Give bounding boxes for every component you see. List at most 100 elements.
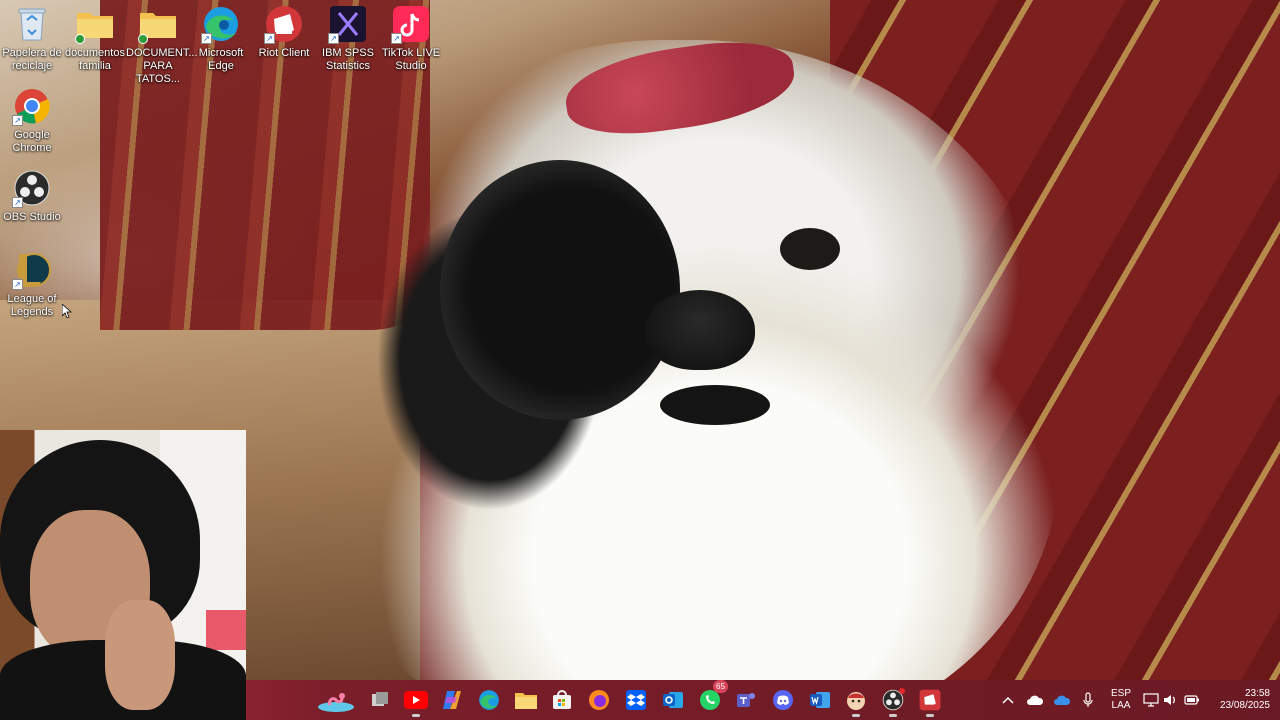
- spss-icon: ↗: [328, 4, 368, 44]
- clock-date: 23/08/2025: [1219, 700, 1270, 711]
- youtube-icon: [404, 691, 428, 709]
- taskbar-outlook[interactable]: [659, 686, 687, 714]
- tray-onedrive-personal[interactable]: [1027, 692, 1043, 708]
- copilot-icon: [443, 691, 461, 709]
- tray-language[interactable]: ESP LAA: [1108, 688, 1134, 712]
- tray-microphone[interactable]: [1080, 692, 1096, 708]
- webcam-person-hand: [105, 600, 175, 710]
- taskbar-discord[interactable]: [769, 686, 797, 714]
- desktop-icon-obs-studio[interactable]: ↗ OBS Studio: [0, 168, 64, 224]
- desktop-icon-label: documentos familia: [65, 47, 125, 72]
- shortcut-arrow-icon: ↗: [391, 33, 402, 44]
- volume-icon: [1164, 695, 1175, 705]
- mouse-cursor-icon: [62, 304, 72, 318]
- taskbar-riot-client[interactable]: [916, 686, 944, 717]
- desktop-icon-label: OBS Studio: [3, 211, 61, 223]
- taskbar-dropbox[interactable]: [622, 686, 650, 714]
- edge-icon: [479, 690, 499, 710]
- firefox-icon: [589, 690, 609, 710]
- chevron-up-icon: [1002, 696, 1014, 704]
- shortcut-arrow-icon: ↗: [264, 33, 275, 44]
- taskbar-store[interactable]: [548, 686, 576, 714]
- desktop-icon-label: DOCUMENT... PARA TATOS...: [126, 47, 198, 85]
- taskbar-file-explorer[interactable]: [512, 686, 540, 714]
- network-icon: [1143, 693, 1159, 707]
- file-explorer-icon: [515, 693, 537, 709]
- desktop-icon-label: TikTok LIVE Studio: [381, 47, 441, 72]
- taskbar-teams[interactable]: [732, 686, 760, 714]
- folder-icon: [138, 4, 178, 44]
- task-view-icon: [372, 692, 388, 706]
- dropbox-icon: [626, 690, 646, 710]
- desktop-icon-documentos-familia[interactable]: documentos familia: [63, 4, 127, 73]
- tray-overflow-chevron[interactable]: [1000, 692, 1016, 708]
- chrome-icon: ↗: [12, 86, 52, 126]
- wallpaper-dog-mouth: [660, 385, 770, 425]
- taskbar-obs-studio[interactable]: [879, 686, 907, 717]
- notification-badge: 65: [713, 680, 728, 693]
- taskbar-word[interactable]: [806, 686, 834, 714]
- discord-icon: [773, 690, 793, 710]
- tray-battery[interactable]: [1184, 692, 1200, 708]
- taskbar-firefox[interactable]: [585, 686, 613, 714]
- taskbar-whatsapp[interactable]: 65: [696, 680, 728, 714]
- taskbar-cartoon-app[interactable]: [842, 686, 870, 717]
- language-code: ESP: [1110, 688, 1131, 699]
- webcam-background-object: [206, 610, 246, 650]
- recording-indicator-icon: [899, 688, 905, 694]
- wallpaper-dog-eye: [780, 228, 840, 270]
- desktop-icon-recycle-bin[interactable]: Papelera de reciclaje: [0, 4, 64, 73]
- taskbar-task-view[interactable]: [366, 686, 394, 714]
- desktop-icon-tiktok-live[interactable]: ↗ TikTok LIVE Studio: [379, 4, 443, 73]
- desktop-icon-microsoft-edge[interactable]: ↗ Microsoft Edge: [189, 4, 253, 73]
- widgets-flamingo-icon: [318, 693, 354, 712]
- tiktok-live-icon: ↗: [391, 4, 431, 44]
- desktop-icon-label: Microsoft Edge: [198, 47, 244, 72]
- cartoon-app-icon: [847, 692, 865, 710]
- shortcut-arrow-icon: ↗: [12, 115, 23, 126]
- desktop-icon-google-chrome[interactable]: ↗ Google Chrome: [0, 86, 64, 155]
- desktop-icon-league-of-legends[interactable]: ↗ League of Legends: [0, 250, 64, 319]
- shortcut-arrow-icon: ↗: [328, 33, 339, 44]
- taskbar-youtube[interactable]: [402, 686, 430, 717]
- desktop-icon-label: Riot Client: [258, 47, 310, 59]
- recycle-bin-icon: [12, 4, 52, 44]
- clock-time: 23:58: [1244, 688, 1270, 699]
- desktop-icon-label: League of Legends: [7, 293, 57, 318]
- microphone-icon: [1083, 692, 1093, 707]
- tray-network[interactable]: [1143, 692, 1159, 708]
- battery-icon: [1184, 695, 1199, 705]
- cloud-icon: [1027, 695, 1043, 705]
- shortcut-arrow-icon: ↗: [12, 197, 23, 208]
- desktop-icon-riot-client[interactable]: ↗ Riot Client: [252, 4, 316, 60]
- edge-icon: ↗: [201, 4, 241, 44]
- sync-check-icon: [138, 34, 148, 44]
- sync-check-icon: [75, 34, 85, 44]
- wallpaper-dog-nose: [645, 290, 755, 370]
- wallpaper-dog-eye-patch: [440, 160, 680, 420]
- desktop-icon-ibm-spss[interactable]: ↗ IBM SPSS Statistics: [316, 4, 380, 73]
- cloud-icon: [1054, 695, 1070, 705]
- folder-icon: [75, 4, 115, 44]
- riot-client-icon: ↗: [264, 4, 304, 44]
- desktop-icon-label: IBM SPSS Statistics: [322, 47, 374, 72]
- obs-icon: ↗: [12, 168, 52, 208]
- tray-onedrive-business[interactable]: [1054, 692, 1070, 708]
- riot-client-icon: [919, 689, 941, 711]
- tray-clock[interactable]: 23:58 23/08/2025: [1206, 688, 1270, 712]
- word-icon: [810, 692, 830, 708]
- shortcut-arrow-icon: ↗: [201, 33, 212, 44]
- taskbar-widgets-button[interactable]: [316, 686, 356, 714]
- desktop-icon-documentos-tatos[interactable]: DOCUMENT... PARA TATOS...: [126, 4, 198, 86]
- store-icon: [553, 690, 571, 709]
- desktop-icon-label: Google Chrome: [12, 129, 52, 154]
- teams-icon: [737, 693, 755, 707]
- taskbar-edge[interactable]: [475, 686, 503, 714]
- league-of-legends-icon: ↗: [12, 250, 52, 290]
- taskbar-copilot[interactable]: [438, 686, 466, 714]
- desktop-icon-label: Papelera de reciclaje: [2, 47, 62, 72]
- keyboard-layout: LAA: [1111, 700, 1131, 711]
- shortcut-arrow-icon: ↗: [12, 279, 23, 290]
- tray-volume[interactable]: [1162, 692, 1178, 708]
- outlook-icon: [663, 692, 683, 708]
